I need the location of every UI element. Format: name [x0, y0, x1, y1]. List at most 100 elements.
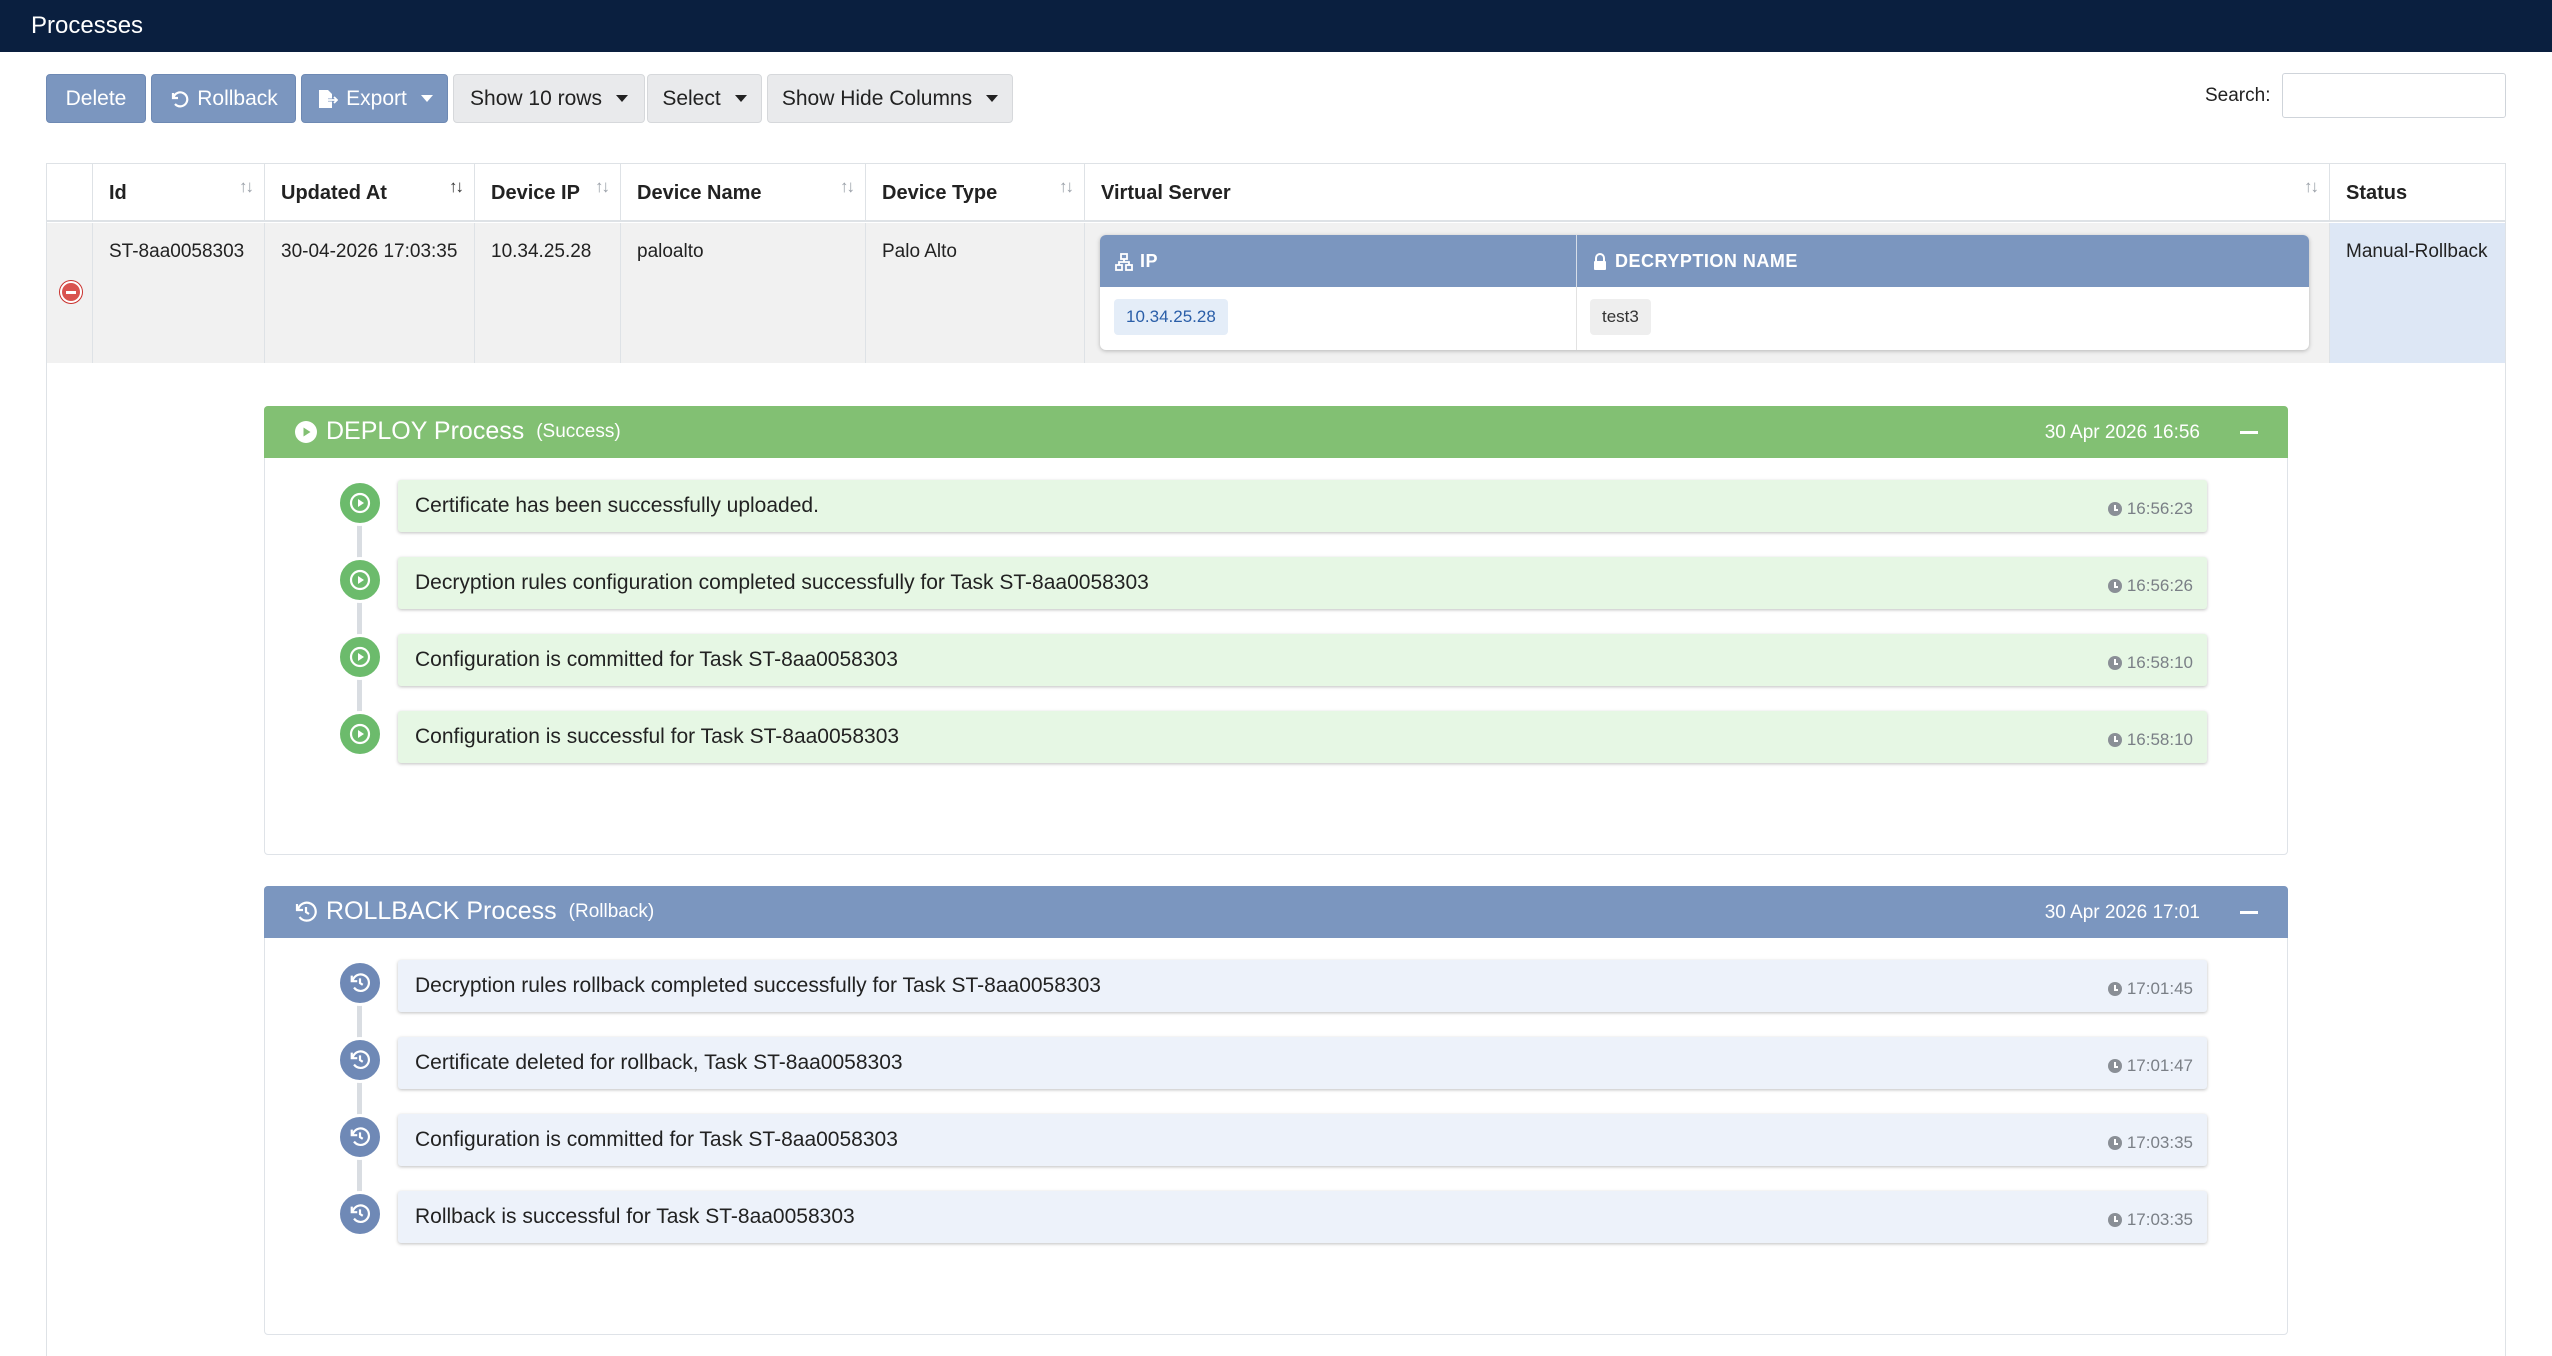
- column-header-label: Id: [109, 182, 127, 204]
- virtual-server-header: IP DECRYPTION NAME: [1100, 235, 2309, 350]
- lock-icon: [1594, 252, 1606, 270]
- history-icon: [337, 1037, 383, 1083]
- column-header-virtual-server[interactable]: Virtual Server ↑↓: [1085, 164, 2330, 222]
- show-rows-dropdown[interactable]: Show 10 rows: [453, 74, 645, 123]
- history-icon: [337, 960, 383, 1006]
- column-header-updated-at[interactable]: Updated At ↑↓: [265, 164, 475, 222]
- history-icon: [295, 901, 317, 922]
- timeline-time: 16:58:10: [2107, 653, 2193, 673]
- process-status: (Rollback): [568, 900, 655, 922]
- column-header-device-type[interactable]: Device Type ↑↓: [866, 164, 1085, 222]
- show-hide-columns-label: Show Hide Columns: [781, 86, 973, 110]
- cell-device-ip: 10.34.25.28: [475, 223, 621, 363]
- rollback-process-panel: ROLLBACK Process (Rollback) 30 Apr 2026 …: [264, 886, 2288, 1335]
- timeline-message: Decryption rules rollback completed succ…: [415, 974, 1101, 997]
- play-circle-icon: [295, 420, 317, 443]
- select-label: Select: [662, 86, 721, 110]
- clock-icon: [2107, 579, 2122, 593]
- expand-cell[interactable]: [47, 223, 93, 363]
- sort-icon[interactable]: ↑↓: [2304, 178, 2319, 196]
- sort-icon[interactable]: ↑↓: [595, 178, 610, 196]
- timeline-item: Certificate deleted for rollback, Task S…: [398, 1037, 2207, 1089]
- timeline-time-text: 16:58:10: [2126, 730, 2193, 749]
- timeline-message: Configuration is committed for Task ST-8…: [415, 648, 898, 671]
- timeline-item: Certificate has been successfully upload…: [398, 480, 2207, 532]
- play-circle-icon: [337, 711, 383, 757]
- column-header-status[interactable]: Status: [2330, 164, 2505, 222]
- sort-icon[interactable]: ↑↓: [1059, 178, 1074, 196]
- clock-icon: [2107, 982, 2122, 996]
- collapse-icon[interactable]: [2240, 431, 2258, 434]
- history-icon: [337, 1114, 383, 1160]
- cell-device-name: paloalto: [621, 223, 866, 363]
- chevron-down-icon: [734, 95, 747, 102]
- column-header-device-name[interactable]: Device Name ↑↓: [621, 164, 866, 222]
- timeline-time-text: 17:03:35: [2126, 1210, 2193, 1229]
- vs-decryption-name-badge: test3: [1590, 299, 1651, 335]
- collapse-icon[interactable]: [2240, 911, 2258, 914]
- timeline-message: Certificate deleted for rollback, Task S…: [415, 1051, 903, 1074]
- column-header-id[interactable]: Id ↑↓: [93, 164, 265, 222]
- search-input[interactable]: [2282, 73, 2506, 118]
- export-button-label: Export: [346, 86, 407, 110]
- export-button[interactable]: Export: [301, 74, 448, 123]
- sort-icon[interactable]: ↑↓: [239, 178, 254, 196]
- search-label: Search:: [2205, 85, 2271, 106]
- process-date: 30 Apr 2026 16:56: [2044, 422, 2200, 443]
- column-header-label: Virtual Server: [1101, 182, 1231, 204]
- column-header-label: Device Type: [882, 182, 998, 204]
- timeline-message: Decryption rules configuration completed…: [415, 571, 1149, 594]
- delete-button[interactable]: Delete: [46, 74, 146, 123]
- process-status: (Success): [536, 420, 621, 442]
- vs-ip-badge: 10.34.25.28: [1114, 299, 1228, 335]
- play-circle-icon: [337, 557, 383, 603]
- sort-desc-icon[interactable]: ↑↓: [449, 178, 464, 196]
- deploy-process-panel: DEPLOY Process (Success) 30 Apr 2026 16:…: [264, 406, 2288, 855]
- column-header-label: Device Name: [637, 182, 762, 204]
- collapse-row-icon[interactable]: [60, 281, 82, 303]
- chevron-down-icon: [986, 95, 999, 102]
- delete-button-label: Delete: [65, 86, 127, 110]
- column-header-device-ip[interactable]: Device IP ↑↓: [475, 164, 621, 222]
- rollback-process-header[interactable]: ROLLBACK Process (Rollback) 30 Apr 2026 …: [264, 886, 2288, 938]
- sort-icon[interactable]: ↑↓: [840, 178, 855, 196]
- clock-icon: [2107, 656, 2122, 670]
- timeline-item: Configuration is committed for Task ST-8…: [398, 634, 2207, 686]
- timeline-time-text: 17:01:45: [2126, 979, 2193, 998]
- column-header-label: Status: [2346, 182, 2408, 204]
- timeline-time: 16:58:10: [2107, 730, 2193, 750]
- expand-column-header: [47, 164, 93, 222]
- timeline-item: Decryption rules rollback completed succ…: [398, 960, 2207, 1012]
- rollback-button-label: Rollback: [197, 86, 278, 110]
- select-dropdown[interactable]: Select: [647, 74, 762, 123]
- clock-icon: [2107, 502, 2122, 516]
- page-title: Processes: [31, 12, 144, 39]
- cell-device-type: Palo Alto: [866, 223, 1085, 363]
- page-header: Processes: [0, 0, 2552, 52]
- undo-icon: [172, 90, 189, 107]
- rollback-button[interactable]: Rollback: [151, 74, 296, 123]
- timeline-time-text: 17:03:35: [2126, 1133, 2193, 1152]
- clock-icon: [2107, 1059, 2122, 1073]
- show-hide-columns-dropdown[interactable]: Show Hide Columns: [767, 74, 1013, 123]
- clock-icon: [2107, 1136, 2122, 1150]
- clock-icon: [2107, 733, 2122, 747]
- timeline-message: Configuration is committed for Task ST-8…: [415, 1128, 898, 1151]
- chevron-down-icon: [420, 95, 433, 102]
- table-header: Id ↑↓ Updated At ↑↓ Device IP ↑↓ Device …: [47, 164, 2505, 222]
- timeline-time-text: 16:56:26: [2126, 576, 2193, 595]
- timeline-time: 16:56:23: [2107, 499, 2193, 519]
- deploy-process-header[interactable]: DEPLOY Process (Success) 30 Apr 2026 16:…: [264, 406, 2288, 458]
- process-title: DEPLOY Process (Success): [294, 417, 621, 446]
- timeline-time: 17:01:45: [2107, 979, 2193, 999]
- column-header-label: Device IP: [491, 182, 580, 204]
- vs-header-decryption-label: DECRYPTION NAME: [1615, 251, 1798, 271]
- virtual-server-table: IP DECRYPTION NAME 10.34.25.28 test3: [1100, 235, 2309, 350]
- cell-status: Manual-Rollback: [2330, 223, 2505, 363]
- vs-header-ip-label: IP: [1140, 251, 1159, 271]
- timeline-time: 17:03:35: [2107, 1210, 2193, 1230]
- process-date: 30 Apr 2026 17:01: [2044, 902, 2200, 923]
- history-icon: [337, 1191, 383, 1237]
- network-icon: [1115, 252, 1133, 271]
- timeline-message: Certificate has been successfully upload…: [415, 494, 819, 517]
